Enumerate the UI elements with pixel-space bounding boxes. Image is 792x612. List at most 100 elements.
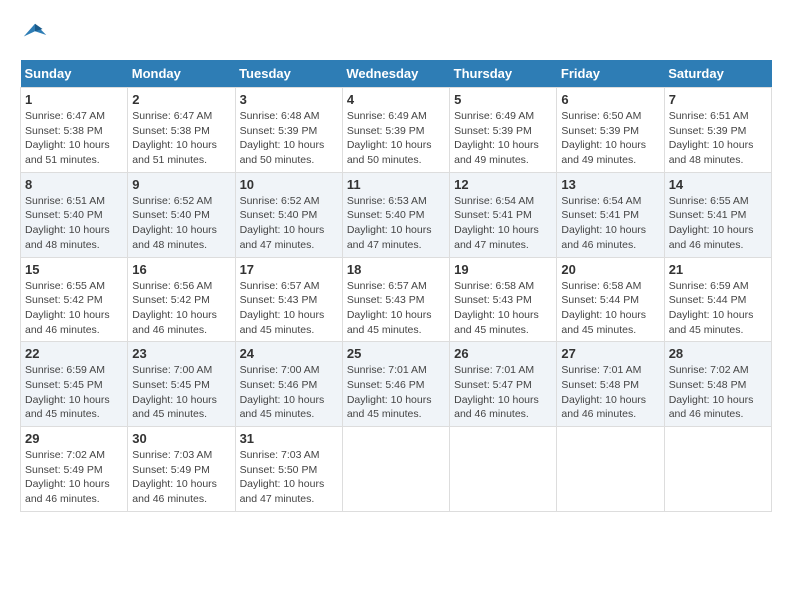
day-info: Sunrise: 6:47 AM Sunset: 5:38 PM Dayligh… bbox=[132, 109, 230, 168]
day-info: Sunrise: 6:59 AM Sunset: 5:44 PM Dayligh… bbox=[669, 279, 767, 338]
day-info: Sunrise: 7:01 AM Sunset: 5:48 PM Dayligh… bbox=[561, 363, 659, 422]
calendar-cell: 5 Sunrise: 6:49 AM Sunset: 5:39 PM Dayli… bbox=[450, 88, 557, 173]
day-info: Sunrise: 6:54 AM Sunset: 5:41 PM Dayligh… bbox=[561, 194, 659, 253]
calendar-table: SundayMondayTuesdayWednesdayThursdayFrid… bbox=[20, 60, 772, 512]
calendar-cell: 30 Sunrise: 7:03 AM Sunset: 5:49 PM Dayl… bbox=[128, 427, 235, 512]
day-info: Sunrise: 6:55 AM Sunset: 5:41 PM Dayligh… bbox=[669, 194, 767, 253]
day-info: Sunrise: 6:52 AM Sunset: 5:40 PM Dayligh… bbox=[132, 194, 230, 253]
day-info: Sunrise: 7:00 AM Sunset: 5:46 PM Dayligh… bbox=[240, 363, 338, 422]
calendar-cell: 19 Sunrise: 6:58 AM Sunset: 5:43 PM Dayl… bbox=[450, 257, 557, 342]
day-number: 12 bbox=[454, 177, 552, 192]
day-info: Sunrise: 6:51 AM Sunset: 5:39 PM Dayligh… bbox=[669, 109, 767, 168]
day-info: Sunrise: 7:02 AM Sunset: 5:49 PM Dayligh… bbox=[25, 448, 123, 507]
day-number: 26 bbox=[454, 346, 552, 361]
day-number: 7 bbox=[669, 92, 767, 107]
weekday-header-friday: Friday bbox=[557, 60, 664, 88]
day-number: 13 bbox=[561, 177, 659, 192]
day-number: 16 bbox=[132, 262, 230, 277]
day-number: 1 bbox=[25, 92, 123, 107]
weekday-header-saturday: Saturday bbox=[664, 60, 771, 88]
day-number: 14 bbox=[669, 177, 767, 192]
calendar-cell: 4 Sunrise: 6:49 AM Sunset: 5:39 PM Dayli… bbox=[342, 88, 449, 173]
weekday-header-wednesday: Wednesday bbox=[342, 60, 449, 88]
day-info: Sunrise: 6:52 AM Sunset: 5:40 PM Dayligh… bbox=[240, 194, 338, 253]
day-info: Sunrise: 6:58 AM Sunset: 5:43 PM Dayligh… bbox=[454, 279, 552, 338]
day-number: 28 bbox=[669, 346, 767, 361]
day-info: Sunrise: 6:53 AM Sunset: 5:40 PM Dayligh… bbox=[347, 194, 445, 253]
day-number: 21 bbox=[669, 262, 767, 277]
calendar-cell bbox=[342, 427, 449, 512]
day-number: 22 bbox=[25, 346, 123, 361]
day-info: Sunrise: 6:47 AM Sunset: 5:38 PM Dayligh… bbox=[25, 109, 123, 168]
day-number: 20 bbox=[561, 262, 659, 277]
calendar-cell: 11 Sunrise: 6:53 AM Sunset: 5:40 PM Dayl… bbox=[342, 172, 449, 257]
weekday-header-monday: Monday bbox=[128, 60, 235, 88]
calendar-cell: 17 Sunrise: 6:57 AM Sunset: 5:43 PM Dayl… bbox=[235, 257, 342, 342]
weekday-header-tuesday: Tuesday bbox=[235, 60, 342, 88]
day-info: Sunrise: 6:57 AM Sunset: 5:43 PM Dayligh… bbox=[240, 279, 338, 338]
calendar-cell: 23 Sunrise: 7:00 AM Sunset: 5:45 PM Dayl… bbox=[128, 342, 235, 427]
calendar-cell: 12 Sunrise: 6:54 AM Sunset: 5:41 PM Dayl… bbox=[450, 172, 557, 257]
day-number: 29 bbox=[25, 431, 123, 446]
weekday-header-row: SundayMondayTuesdayWednesdayThursdayFrid… bbox=[21, 60, 772, 88]
day-number: 6 bbox=[561, 92, 659, 107]
day-number: 15 bbox=[25, 262, 123, 277]
day-number: 17 bbox=[240, 262, 338, 277]
day-number: 24 bbox=[240, 346, 338, 361]
calendar-cell: 15 Sunrise: 6:55 AM Sunset: 5:42 PM Dayl… bbox=[21, 257, 128, 342]
calendar-cell: 24 Sunrise: 7:00 AM Sunset: 5:46 PM Dayl… bbox=[235, 342, 342, 427]
calendar-cell: 2 Sunrise: 6:47 AM Sunset: 5:38 PM Dayli… bbox=[128, 88, 235, 173]
day-info: Sunrise: 6:49 AM Sunset: 5:39 PM Dayligh… bbox=[454, 109, 552, 168]
calendar-cell: 18 Sunrise: 6:57 AM Sunset: 5:43 PM Dayl… bbox=[342, 257, 449, 342]
calendar-cell: 14 Sunrise: 6:55 AM Sunset: 5:41 PM Dayl… bbox=[664, 172, 771, 257]
day-number: 10 bbox=[240, 177, 338, 192]
day-number: 30 bbox=[132, 431, 230, 446]
day-number: 2 bbox=[132, 92, 230, 107]
day-number: 18 bbox=[347, 262, 445, 277]
day-number: 8 bbox=[25, 177, 123, 192]
calendar-week-2: 8 Sunrise: 6:51 AM Sunset: 5:40 PM Dayli… bbox=[21, 172, 772, 257]
day-number: 9 bbox=[132, 177, 230, 192]
calendar-cell: 28 Sunrise: 7:02 AM Sunset: 5:48 PM Dayl… bbox=[664, 342, 771, 427]
day-info: Sunrise: 6:50 AM Sunset: 5:39 PM Dayligh… bbox=[561, 109, 659, 168]
day-info: Sunrise: 7:03 AM Sunset: 5:49 PM Dayligh… bbox=[132, 448, 230, 507]
weekday-header-sunday: Sunday bbox=[21, 60, 128, 88]
weekday-header-thursday: Thursday bbox=[450, 60, 557, 88]
calendar-cell: 29 Sunrise: 7:02 AM Sunset: 5:49 PM Dayl… bbox=[21, 427, 128, 512]
calendar-cell: 13 Sunrise: 6:54 AM Sunset: 5:41 PM Dayl… bbox=[557, 172, 664, 257]
day-info: Sunrise: 6:51 AM Sunset: 5:40 PM Dayligh… bbox=[25, 194, 123, 253]
day-number: 23 bbox=[132, 346, 230, 361]
day-info: Sunrise: 6:58 AM Sunset: 5:44 PM Dayligh… bbox=[561, 279, 659, 338]
day-number: 31 bbox=[240, 431, 338, 446]
calendar-cell: 8 Sunrise: 6:51 AM Sunset: 5:40 PM Dayli… bbox=[21, 172, 128, 257]
day-info: Sunrise: 6:49 AM Sunset: 5:39 PM Dayligh… bbox=[347, 109, 445, 168]
day-number: 3 bbox=[240, 92, 338, 107]
logo-icon bbox=[20, 20, 50, 50]
calendar-cell: 6 Sunrise: 6:50 AM Sunset: 5:39 PM Dayli… bbox=[557, 88, 664, 173]
calendar-cell: 7 Sunrise: 6:51 AM Sunset: 5:39 PM Dayli… bbox=[664, 88, 771, 173]
day-info: Sunrise: 6:56 AM Sunset: 5:42 PM Dayligh… bbox=[132, 279, 230, 338]
day-info: Sunrise: 6:59 AM Sunset: 5:45 PM Dayligh… bbox=[25, 363, 123, 422]
calendar-week-4: 22 Sunrise: 6:59 AM Sunset: 5:45 PM Dayl… bbox=[21, 342, 772, 427]
calendar-cell bbox=[664, 427, 771, 512]
calendar-cell: 27 Sunrise: 7:01 AM Sunset: 5:48 PM Dayl… bbox=[557, 342, 664, 427]
day-number: 4 bbox=[347, 92, 445, 107]
calendar-week-3: 15 Sunrise: 6:55 AM Sunset: 5:42 PM Dayl… bbox=[21, 257, 772, 342]
header bbox=[20, 20, 772, 50]
logo bbox=[20, 20, 54, 50]
day-number: 19 bbox=[454, 262, 552, 277]
day-info: Sunrise: 7:00 AM Sunset: 5:45 PM Dayligh… bbox=[132, 363, 230, 422]
calendar-cell bbox=[450, 427, 557, 512]
day-number: 5 bbox=[454, 92, 552, 107]
day-number: 27 bbox=[561, 346, 659, 361]
calendar-cell: 25 Sunrise: 7:01 AM Sunset: 5:46 PM Dayl… bbox=[342, 342, 449, 427]
day-info: Sunrise: 7:03 AM Sunset: 5:50 PM Dayligh… bbox=[240, 448, 338, 507]
calendar-cell: 22 Sunrise: 6:59 AM Sunset: 5:45 PM Dayl… bbox=[21, 342, 128, 427]
calendar-cell: 26 Sunrise: 7:01 AM Sunset: 5:47 PM Dayl… bbox=[450, 342, 557, 427]
day-info: Sunrise: 7:02 AM Sunset: 5:48 PM Dayligh… bbox=[669, 363, 767, 422]
day-info: Sunrise: 6:54 AM Sunset: 5:41 PM Dayligh… bbox=[454, 194, 552, 253]
day-number: 11 bbox=[347, 177, 445, 192]
calendar-week-1: 1 Sunrise: 6:47 AM Sunset: 5:38 PM Dayli… bbox=[21, 88, 772, 173]
calendar-cell: 21 Sunrise: 6:59 AM Sunset: 5:44 PM Dayl… bbox=[664, 257, 771, 342]
day-info: Sunrise: 6:55 AM Sunset: 5:42 PM Dayligh… bbox=[25, 279, 123, 338]
